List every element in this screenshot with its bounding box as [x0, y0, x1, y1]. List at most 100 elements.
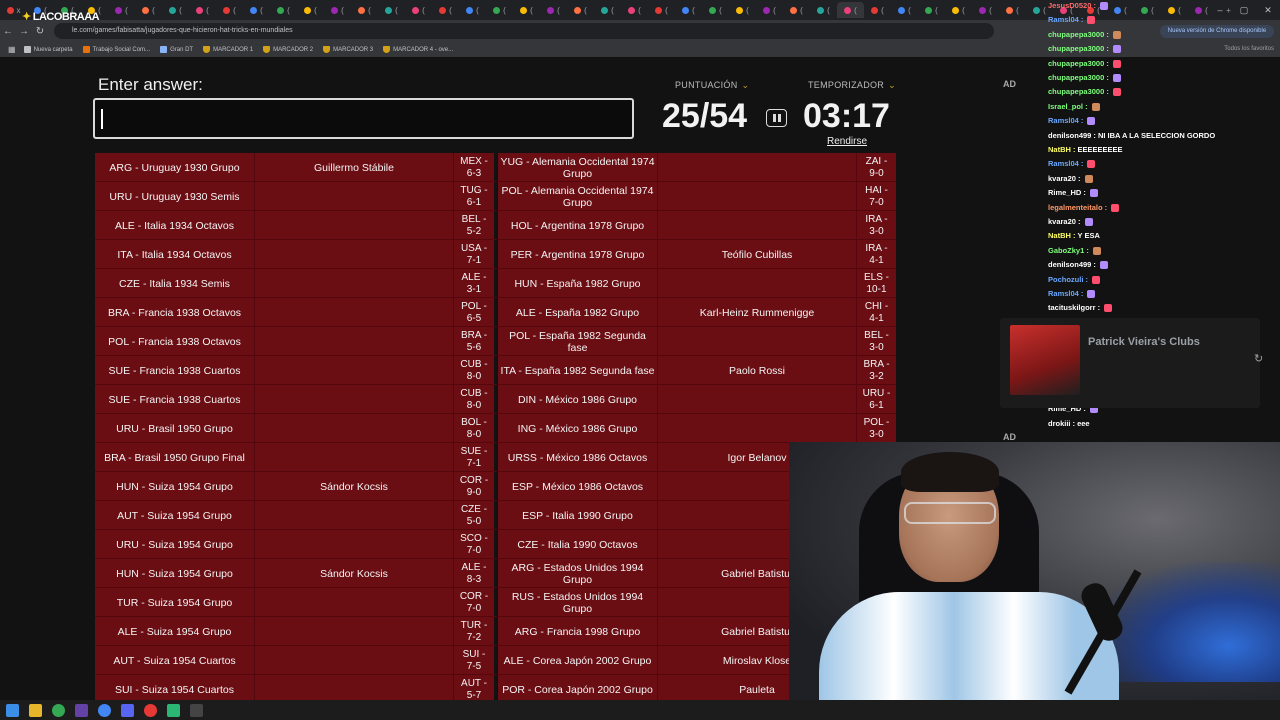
match-cell: HUN - Suiza 1954 Grupo	[116, 480, 233, 493]
browser-tab[interactable]: (	[702, 2, 729, 18]
table-row: HUN - Suiza 1954 Grupo Sándor Kocsis ALE -…	[95, 559, 896, 588]
browser-tab[interactable]: (	[567, 2, 594, 18]
match-cell: ALE - Suiza 1954 Grupo	[117, 625, 232, 638]
refresh-icon[interactable]: ↻	[1254, 352, 1263, 365]
chat-username[interactable]: NatBH :	[1048, 231, 1076, 240]
timer-value: 03:17	[803, 97, 890, 135]
browser-tab[interactable]: (	[270, 2, 297, 18]
browser-tab[interactable]: (	[675, 2, 702, 18]
bookmark-nueva-carpeta[interactable]: Nueva carpeta	[23, 46, 73, 53]
browser-tab[interactable]: (	[999, 2, 1026, 18]
chat-username[interactable]: Ramsl04 :	[1048, 15, 1083, 24]
browser-tab[interactable]: (	[972, 2, 999, 18]
browser-tab[interactable]: (	[729, 2, 756, 18]
bookmark-marcador-1[interactable]: MARCADOR 1	[203, 46, 253, 53]
browser-tab[interactable]: (	[135, 2, 162, 18]
bookmark-marcador-4[interactable]: MARCADOR 4 - ove...	[383, 46, 453, 53]
browser-tab[interactable]: (	[459, 2, 486, 18]
table-row: AUT - Suiza 1954 Grupo CZE -5-0 ESP - Ital…	[95, 501, 896, 530]
player-cell	[254, 646, 454, 675]
browser-tab[interactable]: (	[945, 2, 972, 18]
chat-username[interactable]: Ramsl04 :	[1048, 289, 1083, 298]
browser-tab[interactable]: (	[324, 2, 351, 18]
chat-username[interactable]: Ramsl04 :	[1048, 159, 1083, 168]
bookmark-favicon	[160, 46, 168, 53]
browser-icon[interactable]	[98, 703, 111, 717]
browser-tab[interactable]: (	[918, 2, 945, 18]
browser-tab[interactable]: (	[540, 2, 567, 18]
chat-username[interactable]: chupapepa3000 :	[1048, 87, 1109, 96]
browser-tab[interactable]: (	[432, 2, 459, 18]
browser-tab[interactable]: (	[891, 2, 918, 18]
browser-tab[interactable]: (	[378, 2, 405, 18]
score-cell: HAI -7-0	[865, 184, 888, 208]
chat-username[interactable]: legalmenteitalo :	[1048, 203, 1107, 212]
browser-tab[interactable]: (	[297, 2, 324, 18]
browser-tab[interactable]: (	[810, 2, 837, 18]
score-cell: SUE -7-1	[460, 445, 488, 469]
obs-icon[interactable]	[144, 703, 157, 717]
suggested-video-card[interactable]: Patrick Vieira's Clubs	[1000, 318, 1260, 408]
score-header[interactable]: PUNTUACIÓN ⌄	[675, 80, 749, 91]
chat-username[interactable]: kvara20 :	[1048, 217, 1081, 226]
apps-icon[interactable]: ▦	[8, 45, 16, 54]
file-explorer-icon[interactable]	[29, 703, 42, 717]
chat-username[interactable]: chupapepa3000 :	[1048, 30, 1109, 39]
twitch-icon[interactable]	[75, 703, 88, 717]
chat-message: kvara20 :	[1048, 174, 1093, 183]
browser-tab[interactable]: (	[783, 2, 810, 18]
bookmark-marcador-2[interactable]: MARCADOR 2	[263, 46, 313, 53]
bookmark-gran-dt[interactable]: Gran DT	[160, 46, 193, 53]
player-cell: Paolo Rossi	[657, 356, 857, 385]
chat-username[interactable]: tacituskilgorr :	[1048, 303, 1100, 312]
browser-tab[interactable]: (	[594, 2, 621, 18]
browser-tab[interactable]: (	[162, 2, 189, 18]
chat-username[interactable]: NatBH :	[1048, 145, 1076, 154]
browser-tab[interactable]: (	[405, 2, 432, 18]
browser-tab[interactable]: (	[189, 2, 216, 18]
chat-username[interactable]: chupapepa3000 :	[1048, 44, 1109, 53]
browser-tab[interactable]: (	[486, 2, 513, 18]
browser-tab[interactable]: (	[108, 2, 135, 18]
chat-username[interactable]: chupapepa3000 :	[1048, 59, 1109, 68]
browser-tab[interactable]: (	[216, 2, 243, 18]
match-cell: ARG - Estados Unidos 1994 Grupo	[497, 559, 657, 588]
browser-tab[interactable]: (	[837, 2, 864, 18]
timer-header[interactable]: TEMPORIZADOR ⌄	[808, 80, 896, 91]
chat-username[interactable]: kvara20 :	[1048, 174, 1081, 183]
windows-start-icon[interactable]	[6, 703, 19, 717]
browser-tab[interactable]: (	[243, 2, 270, 18]
chat-username[interactable]: drokiii :	[1048, 419, 1075, 428]
discord-icon[interactable]	[121, 703, 134, 717]
chat-username[interactable]: Rime_HD :	[1048, 188, 1086, 197]
chat-username[interactable]: chupapepa3000 :	[1048, 73, 1109, 82]
chat-username[interactable]: denilson499 :	[1048, 131, 1096, 140]
answer-input[interactable]	[93, 98, 634, 139]
chat-username[interactable]: JesusD0520 :	[1048, 1, 1096, 10]
chat-username[interactable]: Ramsl04 :	[1048, 116, 1083, 125]
reload-icon[interactable]: ↻	[32, 26, 48, 37]
browser-tab[interactable]: (	[756, 2, 783, 18]
forward-icon[interactable]: →	[16, 26, 32, 37]
bookmark-trabajo-social[interactable]: Trabajo Social Com...	[82, 46, 150, 53]
app-icon[interactable]	[167, 703, 180, 717]
terminal-icon[interactable]	[190, 703, 203, 717]
url-field[interactable]: le.com/games/fabisatta/jugadores-que-hic…	[54, 23, 994, 39]
bookmark-marcador-3[interactable]: MARCADOR 3	[323, 46, 373, 53]
chat-username[interactable]: denilson499 :	[1048, 260, 1096, 269]
browser-tab[interactable]: (	[621, 2, 648, 18]
back-icon[interactable]: ←	[0, 26, 16, 37]
browser-tab[interactable]: (	[648, 2, 675, 18]
browser-tab[interactable]: (	[351, 2, 378, 18]
emote-icon	[1089, 189, 1098, 198]
chrome-icon[interactable]	[52, 703, 65, 717]
give-up-link[interactable]: Rendirse	[827, 136, 867, 147]
emote-icon	[1084, 218, 1093, 227]
browser-tab[interactable]: (	[513, 2, 540, 18]
tab-favicon	[277, 6, 285, 14]
browser-tab[interactable]: (	[864, 2, 891, 18]
pause-button[interactable]	[766, 109, 787, 127]
chat-username[interactable]: Pochozuli :	[1048, 275, 1088, 284]
chat-username[interactable]: Israel_pol :	[1048, 102, 1088, 111]
chat-username[interactable]: GaboZky1 :	[1048, 246, 1089, 255]
